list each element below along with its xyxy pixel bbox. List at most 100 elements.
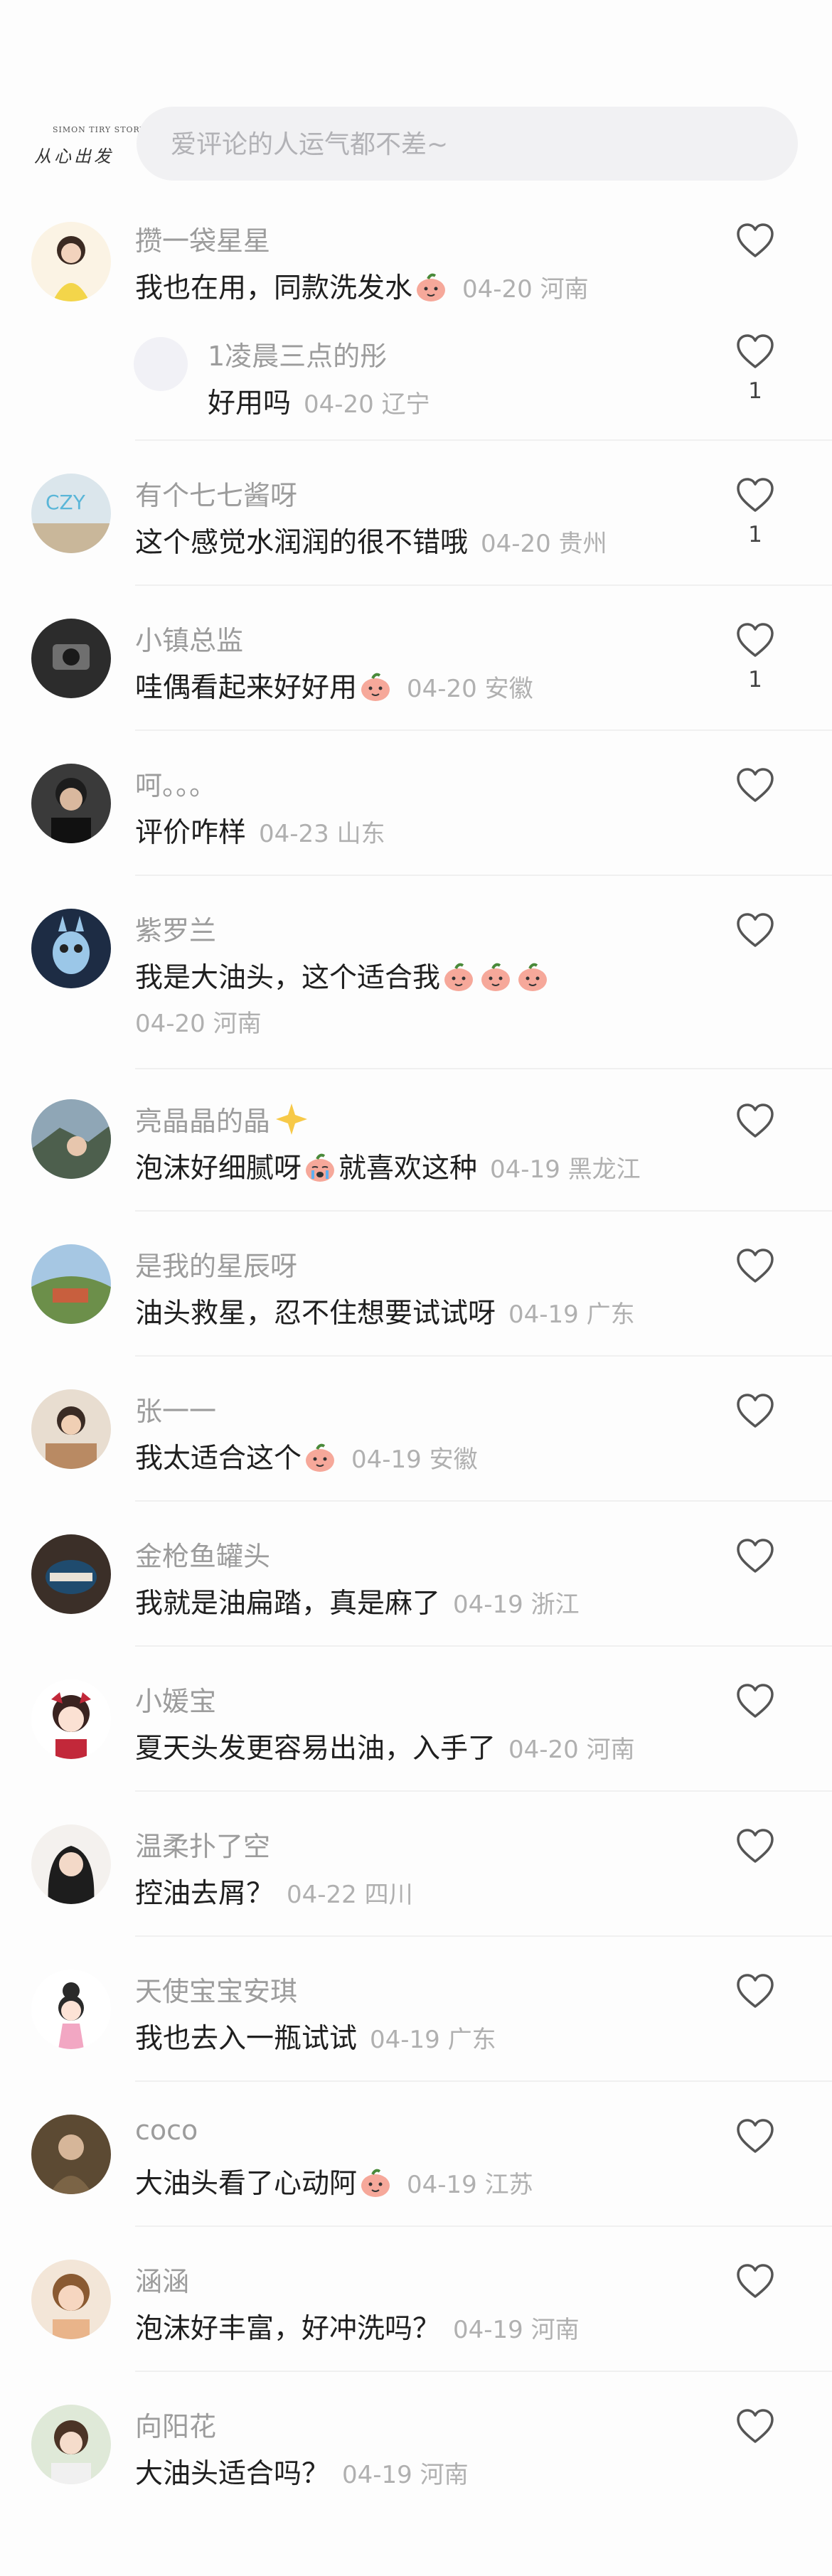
comment-text-content: 我也在用，同款洗发水 <box>135 272 413 304</box>
peach-emoji-icon <box>516 961 550 993</box>
divider <box>135 2080 832 2082</box>
like-heart-icon[interactable] <box>735 1682 775 1722</box>
comment-meta: 04-19 黑龙江 <box>490 1155 641 1184</box>
comment-text-content: 我是大油头，这个适合我 <box>135 962 441 994</box>
brand-logo: SIMON TIRY STORY 从心出发 <box>30 115 145 169</box>
comment-text: 我太适合这个 04-19 安徽 <box>135 1436 478 1476</box>
comment-meta: 04-20 安徽 <box>407 675 533 703</box>
comment-text: 大油头适合吗？ 04-19 河南 <box>135 2452 469 2491</box>
divider <box>135 1935 832 1937</box>
comment-meta: 04-20 河南 <box>508 1736 635 1764</box>
like-heart-icon[interactable] <box>735 912 775 951</box>
avatar[interactable]: CZY <box>31 474 111 553</box>
comment-username[interactable]: 亮晶晶的晶 <box>135 1099 309 1138</box>
avatar[interactable] <box>31 2260 111 2339</box>
like-heart-icon[interactable] <box>735 766 775 806</box>
like-heart-icon[interactable] <box>735 476 775 516</box>
like-heart-icon[interactable] <box>735 1827 775 1867</box>
avatar[interactable] <box>31 222 111 301</box>
comment-text: 泡沫好丰富，好冲洗吗？ 04-19 河南 <box>135 2307 580 2346</box>
comment-username[interactable]: 温柔扑了空 <box>135 1824 270 1864</box>
like-heart-icon[interactable] <box>735 1102 775 1142</box>
comment-input-box[interactable] <box>137 107 798 182</box>
like-heart-icon[interactable] <box>735 1537 775 1577</box>
comment-text: 我也去入一瓶试试 04-19 广东 <box>135 2016 496 2056</box>
reply-text-content: 好用吗 <box>208 388 292 419</box>
divider <box>135 1645 832 1647</box>
comment-input-bar: SIMON TIRY STORY 从心出发 <box>0 100 832 185</box>
comment-text-content: 就喜欢这种 <box>338 1153 478 1185</box>
like-heart-icon[interactable] <box>735 1972 775 2012</box>
comment-meta: 04-19 广东 <box>370 2026 496 2054</box>
avatar[interactable] <box>31 619 111 698</box>
reply-username[interactable]: 1凌晨三点的彤 <box>208 334 387 373</box>
comment-username[interactable]: 是我的星辰呀 <box>135 1244 297 1283</box>
comment-meta: 04-19 广东 <box>508 1300 635 1329</box>
comment-text-content: 我也去入一瓶试试 <box>135 2023 358 2055</box>
comment-username[interactable]: 张一一 <box>135 1389 216 1428</box>
comment-text-content: 大油头看了心动阿 <box>135 2168 358 2200</box>
like-count: 1 <box>748 378 762 404</box>
avatar[interactable] <box>31 1824 111 1904</box>
like-count: 1 <box>748 522 762 547</box>
comment-username[interactable]: 小镇总监 <box>135 619 243 658</box>
comment-username[interactable]: 攒一袋星星 <box>135 219 270 258</box>
comment-username[interactable]: 紫罗兰 <box>135 909 216 948</box>
comment-input[interactable] <box>169 107 777 182</box>
comment-text: 这个感觉水润润的很不错哦 04-20 贵州 <box>135 520 607 560</box>
comment-meta: 04-23 山东 <box>259 820 385 848</box>
comment-text-content: 这个感觉水润润的很不错哦 <box>135 527 469 559</box>
comment-text: 控油去屑？ 04-22 四川 <box>135 1871 413 1911</box>
comment-username[interactable]: 天使宝宝安琪 <box>135 1970 297 2009</box>
comment-meta: 04-19 安徽 <box>351 1445 478 1474</box>
avatar[interactable] <box>31 909 111 988</box>
like-heart-icon[interactable] <box>735 2407 775 2447</box>
svg-text:CZY: CZY <box>46 491 86 514</box>
comment-text-content: 控油去屑？ <box>135 1878 274 1910</box>
avatar[interactable] <box>31 1389 111 1469</box>
divider <box>135 1355 832 1357</box>
comment-text: 我是大油头，这个适合我 <box>135 956 551 995</box>
like-heart-icon[interactable] <box>735 621 775 661</box>
avatar[interactable] <box>31 1534 111 1614</box>
reply-meta: 04-20 辽宁 <box>304 390 430 419</box>
comment-meta: 04-22 四川 <box>287 1881 413 1909</box>
comment-username[interactable]: 金枪鱼罐头 <box>135 1534 270 1573</box>
divider <box>135 439 832 441</box>
comment-username[interactable]: 呵。。。 <box>135 764 216 803</box>
comment-text: 哇偶看起来好好用 04-20 安徽 <box>135 666 533 705</box>
like-heart-icon[interactable] <box>735 1392 775 1432</box>
avatar[interactable] <box>31 1970 111 2049</box>
reply-avatar[interactable] <box>134 337 188 391</box>
peach-emoji-icon <box>358 2167 393 2198</box>
peach-emoji-icon <box>358 671 393 702</box>
divider <box>135 1210 832 1212</box>
comment-username[interactable]: 涵涵 <box>135 2260 189 2299</box>
comment-text-content: 哇偶看起来好好用 <box>135 672 358 704</box>
comment-username[interactable]: 小媛宝 <box>135 1679 216 1719</box>
avatar[interactable] <box>31 2115 111 2194</box>
like-heart-icon[interactable] <box>735 2262 775 2302</box>
avatar[interactable] <box>31 2405 111 2484</box>
like-heart-icon[interactable] <box>735 2117 775 2157</box>
comment-username[interactable]: 向阳花 <box>135 2405 216 2444</box>
comment-meta: 04-20 河南 <box>135 1010 262 1038</box>
comment-text: 大油头看了心动阿 04-19 江苏 <box>135 2161 533 2201</box>
avatar[interactable] <box>31 1679 111 1759</box>
like-heart-icon[interactable] <box>735 222 775 262</box>
divider <box>135 584 832 586</box>
comment-username[interactable]: coco <box>135 2115 198 2146</box>
divider <box>135 1500 832 1502</box>
sparkle-star-icon <box>274 1102 309 1136</box>
comment-text: 我就是油扁踏，真是麻了 04-19 浙江 <box>135 1581 580 1621</box>
like-heart-icon[interactable] <box>735 333 775 373</box>
avatar[interactable] <box>31 764 111 843</box>
comment-username[interactable]: 有个七七酱呀 <box>135 474 297 513</box>
avatar[interactable] <box>31 1099 111 1179</box>
comment-meta: 04-20 贵州 <box>481 530 607 558</box>
like-heart-icon[interactable] <box>735 1247 775 1287</box>
comment-text: 我也在用，同款洗发水 04-20 河南 <box>135 266 589 306</box>
comment-text-content: 夏天头发更容易出油，入手了 <box>135 1733 496 1765</box>
avatar[interactable] <box>31 1244 111 1324</box>
divider <box>135 1790 832 1792</box>
